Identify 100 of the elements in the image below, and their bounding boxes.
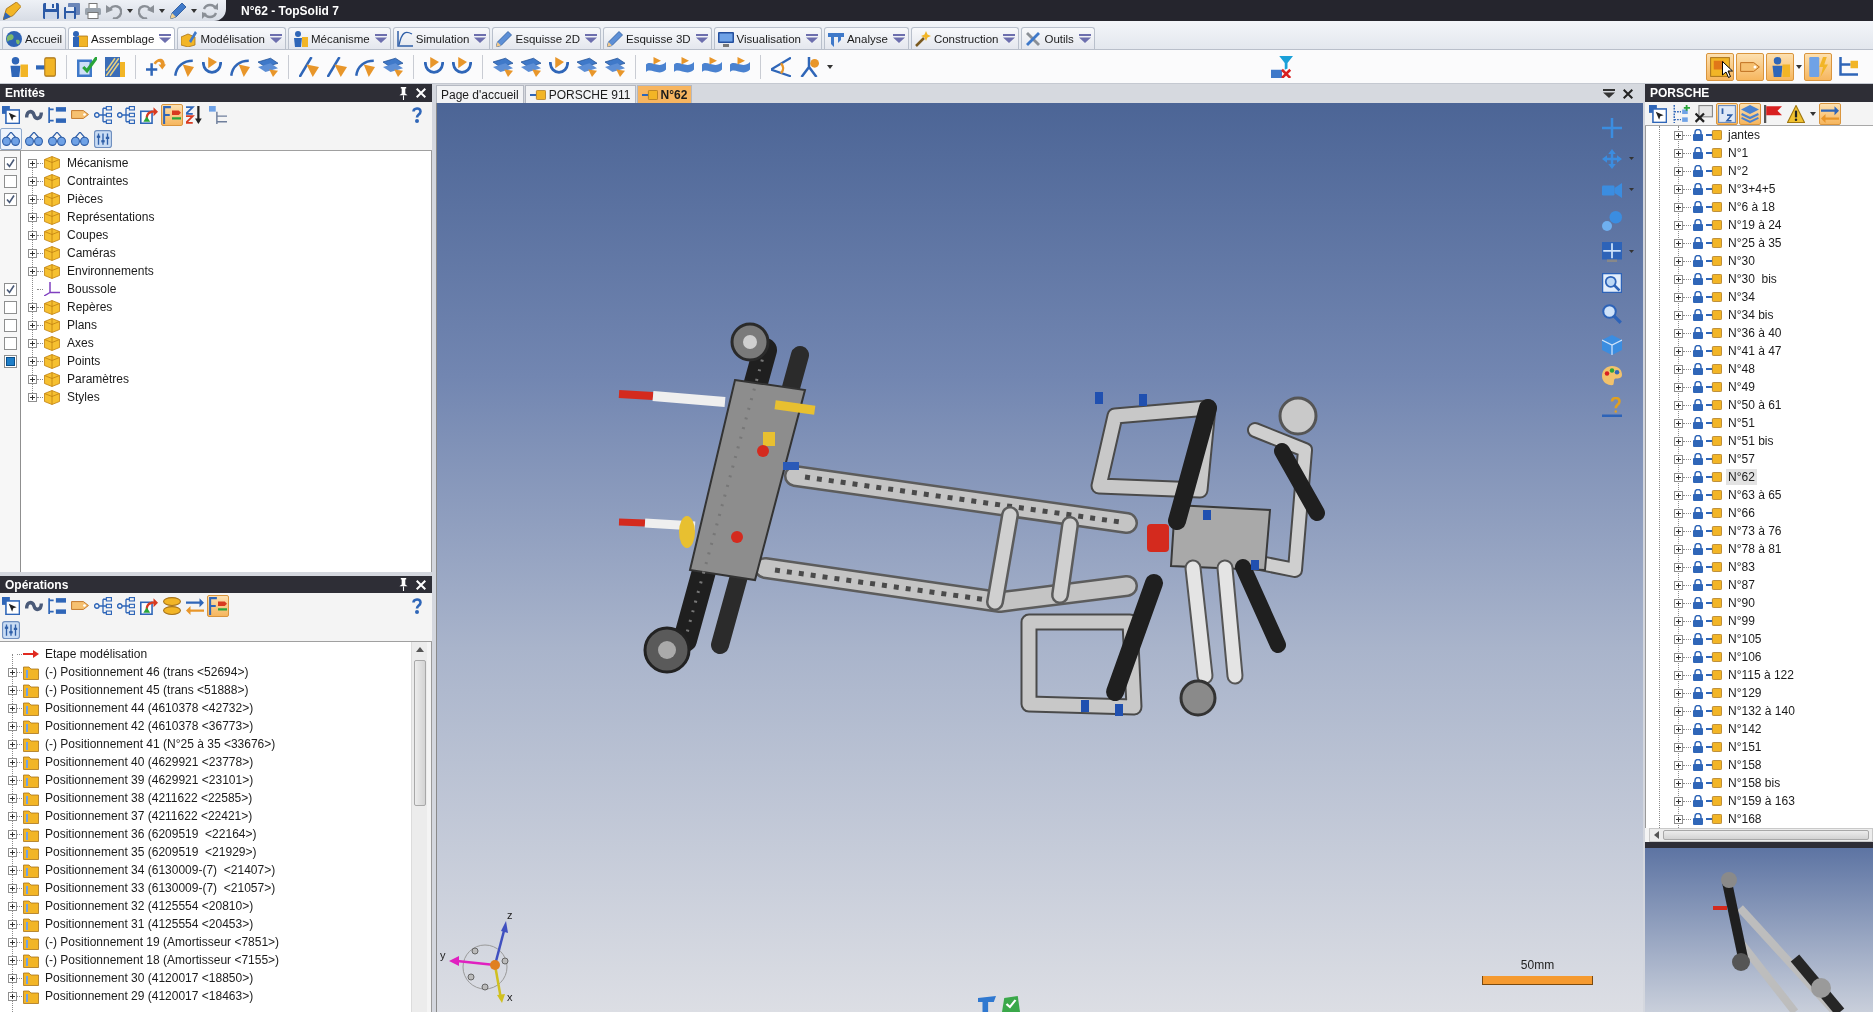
checkbox[interactable]	[3, 318, 17, 332]
caret-icon[interactable]	[827, 64, 833, 69]
tree-item[interactable]: N°6 à 18	[1726, 199, 1777, 215]
expand-icon[interactable]	[1674, 148, 1683, 158]
expand-icon[interactable]	[1674, 814, 1683, 824]
tree-item[interactable]: Positionnement 38 (4211622 <22585>)	[43, 790, 255, 806]
expand-icon[interactable]	[1674, 166, 1683, 176]
part-check-icon[interactable]	[77, 56, 97, 77]
dropdown-icon[interactable]	[695, 34, 708, 43]
arc-arrow-icon[interactable]	[424, 56, 444, 77]
tree-item[interactable]: N°30 bis	[1726, 271, 1779, 287]
ribbon-tab[interactable]: Modélisation	[177, 27, 286, 49]
tree-item[interactable]: N°129	[1726, 685, 1764, 701]
pencil-logo-icon[interactable]	[3, 1, 21, 20]
tree-item[interactable]: Positionnement 32 (4125554 <20810>)	[43, 898, 256, 914]
expand-icon[interactable]	[8, 847, 17, 857]
part-link-icon[interactable]	[36, 56, 56, 77]
toolbar-button[interactable]	[1693, 102, 1715, 125]
undo-icon[interactable]	[106, 2, 122, 19]
print-icon[interactable]	[85, 2, 101, 19]
tree-item[interactable]: N°50 à 61	[1726, 397, 1784, 413]
expand-icon[interactable]	[1674, 454, 1683, 464]
tree-item[interactable]: Positionnement 30 (4120017 <18850>)	[43, 970, 256, 986]
expand-icon[interactable]	[28, 338, 37, 348]
ribbon-tab[interactable]: Outils	[1021, 27, 1095, 49]
scrollbar-thumb[interactable]	[1663, 830, 1869, 840]
dropdown-icon[interactable]	[805, 34, 818, 43]
tree-item[interactable]: Positionnement 44 (4610378 <42732>)	[43, 700, 256, 716]
tree-item[interactable]: N°34	[1726, 289, 1757, 305]
expand-icon[interactable]	[1674, 184, 1683, 194]
tree-item[interactable]: N°73 à 76	[1726, 523, 1784, 539]
tree-item[interactable]: Positionnement 31 (4125554 <20453>)	[43, 916, 256, 932]
question-line-icon[interactable]	[1602, 397, 1622, 417]
tree-item[interactable]: Positionnement 34 (6130009-(7) <21407>)	[43, 862, 278, 878]
arc-arrow-icon[interactable]	[452, 56, 472, 77]
expand-icon[interactable]	[8, 937, 17, 947]
arc-arrow-icon[interactable]	[202, 56, 222, 77]
tree-item[interactable]: Axes	[65, 335, 96, 351]
caret-icon[interactable]	[127, 8, 133, 13]
scroll-up-icon[interactable]	[415, 647, 424, 652]
expand-icon[interactable]	[28, 392, 37, 402]
toggle-button[interactable]	[1736, 52, 1764, 81]
tree-item[interactable]: N°90	[1726, 595, 1757, 611]
toggle-button[interactable]	[1766, 52, 1794, 81]
tree-item[interactable]: Caméras	[65, 245, 118, 261]
tree-item[interactable]: N°48	[1726, 361, 1757, 377]
expand-icon[interactable]	[28, 230, 37, 240]
expand-icon[interactable]	[1674, 292, 1683, 302]
expand-icon[interactable]	[1674, 796, 1683, 806]
tree-item[interactable]: Positionnement 33 (6130009-(7) <21057>)	[43, 880, 278, 896]
expand-icon[interactable]	[28, 194, 37, 204]
tree-item[interactable]: N°25 à 35	[1726, 235, 1784, 251]
dropdown-icon[interactable]	[269, 34, 282, 43]
plate-arrow-icon[interactable]	[493, 56, 513, 77]
expand-icon[interactable]	[8, 865, 17, 875]
expand-icon[interactable]	[1674, 220, 1683, 230]
tree-item[interactable]: Coupes	[65, 227, 111, 243]
expand-icon[interactable]	[8, 685, 17, 695]
dropdown-icon[interactable]	[374, 34, 387, 43]
tree-item[interactable]: N°34 bis	[1726, 307, 1776, 323]
tree-item[interactable]: (-) Positionnement 45 (trans <51888>)	[43, 682, 251, 698]
expand-icon[interactable]	[8, 739, 17, 749]
ribbon-tab[interactable]: Assemblage	[68, 27, 176, 49]
tree-item[interactable]: Etape modélisation	[43, 646, 150, 662]
tree-item[interactable]: N°83	[1726, 559, 1757, 575]
tree-item[interactable]: N°19 à 24	[1726, 217, 1784, 233]
toolbar-button[interactable]	[1647, 102, 1669, 125]
tree-item[interactable]: N°36 à 40	[1726, 325, 1784, 341]
filter-clear-icon[interactable]	[1271, 55, 1293, 78]
tree-item[interactable]: N°57	[1726, 451, 1757, 467]
toggle-button[interactable]	[1804, 52, 1832, 81]
tree-item[interactable]: Pièces	[65, 191, 106, 207]
tree-item[interactable]: N°105	[1726, 631, 1764, 647]
redo-icon[interactable]	[138, 2, 154, 19]
expand-icon[interactable]	[8, 667, 17, 677]
expand-icon[interactable]	[1674, 544, 1683, 554]
caret-icon[interactable]	[191, 8, 197, 13]
expand-icon[interactable]	[1674, 580, 1683, 590]
help-icon[interactable]	[412, 597, 422, 614]
expand-icon[interactable]	[1674, 274, 1683, 284]
expand-icon[interactable]	[1674, 490, 1683, 500]
expand-icon[interactable]	[1674, 436, 1683, 446]
tree-item[interactable]: Environnements	[65, 263, 156, 279]
caret-icon[interactable]	[1810, 111, 1816, 116]
expand-icon[interactable]	[1674, 346, 1683, 356]
expand-icon[interactable]	[28, 158, 37, 168]
toolbar-button[interactable]	[0, 103, 22, 126]
dropdown-icon[interactable]	[585, 34, 598, 43]
tree-item[interactable]: N°168	[1726, 811, 1764, 827]
expand-icon[interactable]	[28, 356, 37, 366]
tree-item[interactable]: Points	[65, 353, 103, 369]
tree-item[interactable]: N°1	[1726, 145, 1751, 161]
expand-icon[interactable]	[8, 901, 17, 911]
expand-icon[interactable]	[1674, 202, 1683, 212]
expand-icon[interactable]	[28, 320, 37, 330]
document-tab[interactable]: Page d'accueil	[436, 85, 524, 103]
tree-item[interactable]: N°78 à 81	[1726, 541, 1784, 557]
scrollbar[interactable]	[411, 642, 427, 1012]
tree-item[interactable]: N°99	[1726, 613, 1757, 629]
dropdown-icon[interactable]	[1003, 34, 1016, 43]
